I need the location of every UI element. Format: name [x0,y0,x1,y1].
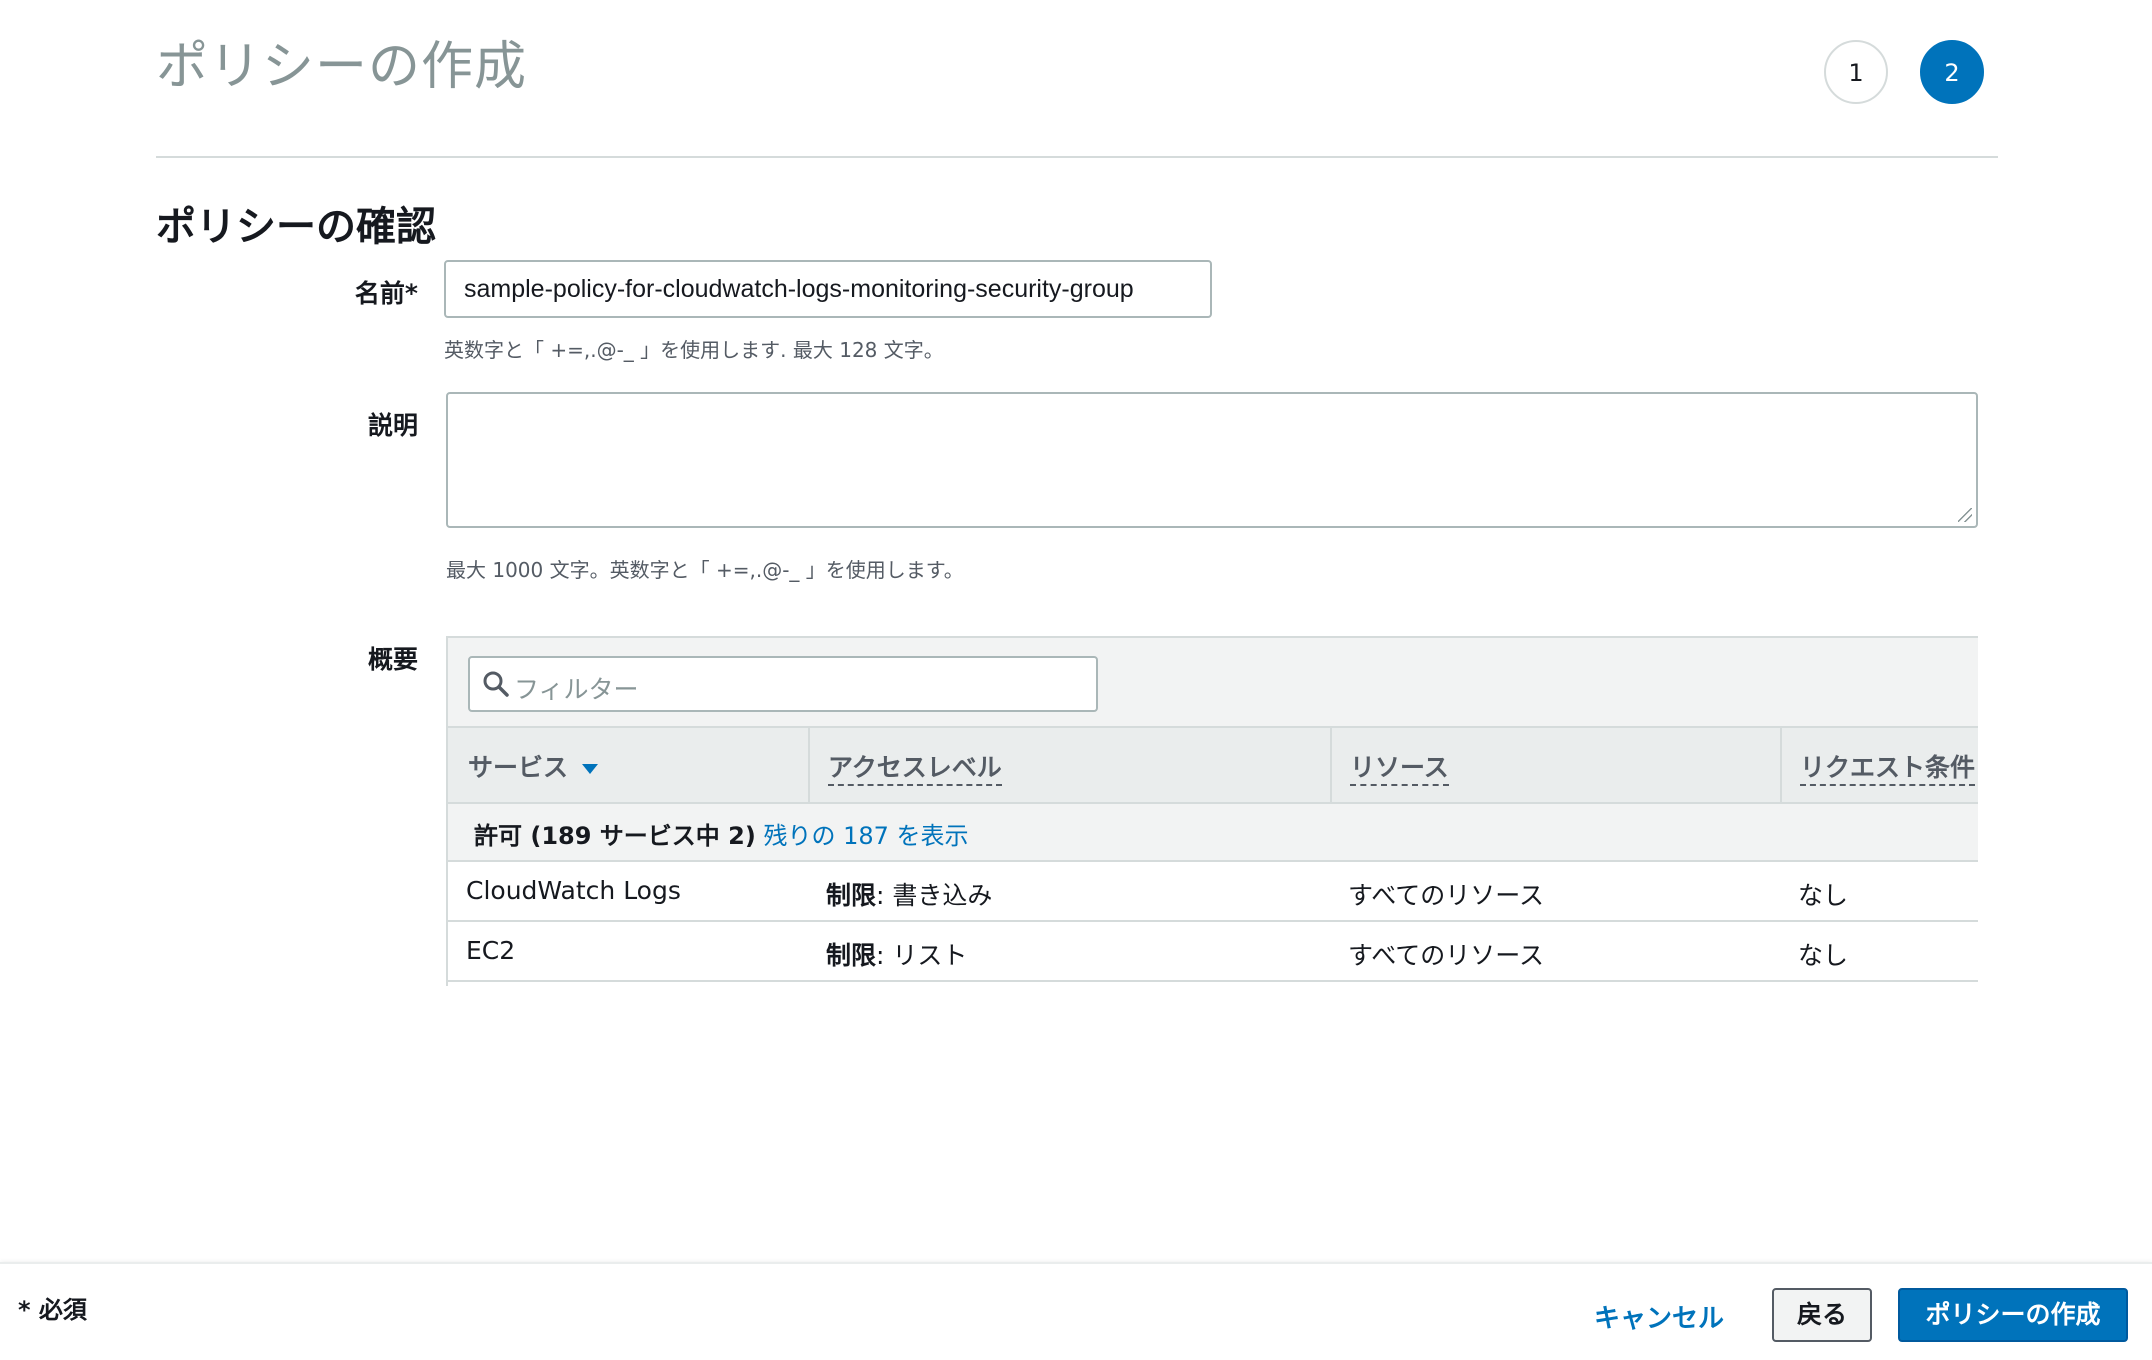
service-link-cloudwatch-logs[interactable]: CloudWatch Logs [466,876,681,905]
table-row: CloudWatch Logs 制限: 書き込み すべてのリソース なし [448,862,1978,922]
name-hint: 英数字と「 +=,.@-_ 」を使用します. 最大 128 文字。 [444,338,944,362]
column-header-request-condition-label: リクエスト条件 [1800,753,1976,786]
allow-group-label: 許可 (189 サービス中 2) [474,822,756,850]
header-divider [156,156,1998,158]
table-header: サービス アクセスレベル リソース リクエスト条件 [448,728,1978,804]
description-hint: 最大 1000 文字。英数字と「 +=,.@-_ 」を使用します。 [446,558,964,582]
required-note: * 必須 [18,1296,87,1324]
cancel-button[interactable]: キャンセル [1594,1298,1724,1335]
access-level-value: : リスト [876,941,968,970]
step-1-indicator[interactable]: 1 [1824,40,1888,104]
back-button[interactable]: 戻る [1772,1288,1872,1342]
column-header-resource[interactable]: リソース [1350,728,1449,802]
column-header-resource-label: リソース [1350,753,1449,786]
filter-input[interactable]: フィルター [468,656,1098,712]
name-label: 名前* [354,279,418,308]
sort-descending-icon[interactable] [582,764,599,774]
table-row: EC2 制限: リスト すべてのリソース なし [448,922,1978,982]
column-header-access-level-label: アクセスレベル [828,753,1002,786]
name-input[interactable]: sample-policy-for-cloudwatch-logs-monito… [444,260,1212,318]
access-level-cell: 制限: リスト [826,936,967,972]
column-header-service-label: サービス [468,753,569,782]
resource-cell: すべてのリソース [1348,881,1545,910]
access-level-prefix: 制限 [826,941,877,970]
filter-bar: フィルター [448,636,1978,728]
page-title: ポリシーの作成 [156,37,528,97]
section-title: ポリシーの確認 [156,204,436,250]
description-textarea[interactable] [446,392,1978,528]
service-link-ec2[interactable]: EC2 [466,936,515,965]
column-header-service[interactable]: サービス [468,728,599,802]
step-2-indicator: 2 [1920,40,1984,104]
access-level-cell: 制限: 書き込み [826,876,992,912]
summary-table: フィルター サービス アクセスレベル リソース リクエスト条件 許可 (189 … [446,636,1978,986]
search-icon [483,671,509,697]
show-remaining-link[interactable]: 残りの 187 を表示 [763,822,968,850]
access-level-value: : 書き込み [876,881,993,910]
filter-placeholder: フィルター [514,675,639,704]
column-separator [808,728,810,802]
access-level-prefix: 制限 [826,881,877,910]
column-header-access-level[interactable]: アクセスレベル [828,728,1002,802]
resource-cell: すべてのリソース [1348,941,1545,970]
condition-cell: なし [1798,881,1849,910]
resize-handle-icon[interactable] [1958,508,1972,522]
column-separator [1330,728,1332,802]
description-label: 説明 [367,411,418,440]
create-policy-button[interactable]: ポリシーの作成 [1898,1288,2128,1342]
condition-cell: なし [1798,941,1849,970]
allow-group-row: 許可 (189 サービス中 2) 残りの 187 を表示 [448,804,1978,862]
column-separator [1780,728,1782,802]
column-header-request-condition[interactable]: リクエスト条件 [1800,728,1976,802]
summary-label: 概要 [367,645,418,674]
footer-bar: * 必須 キャンセル 戻る ポリシーの作成 [0,1262,2152,1360]
